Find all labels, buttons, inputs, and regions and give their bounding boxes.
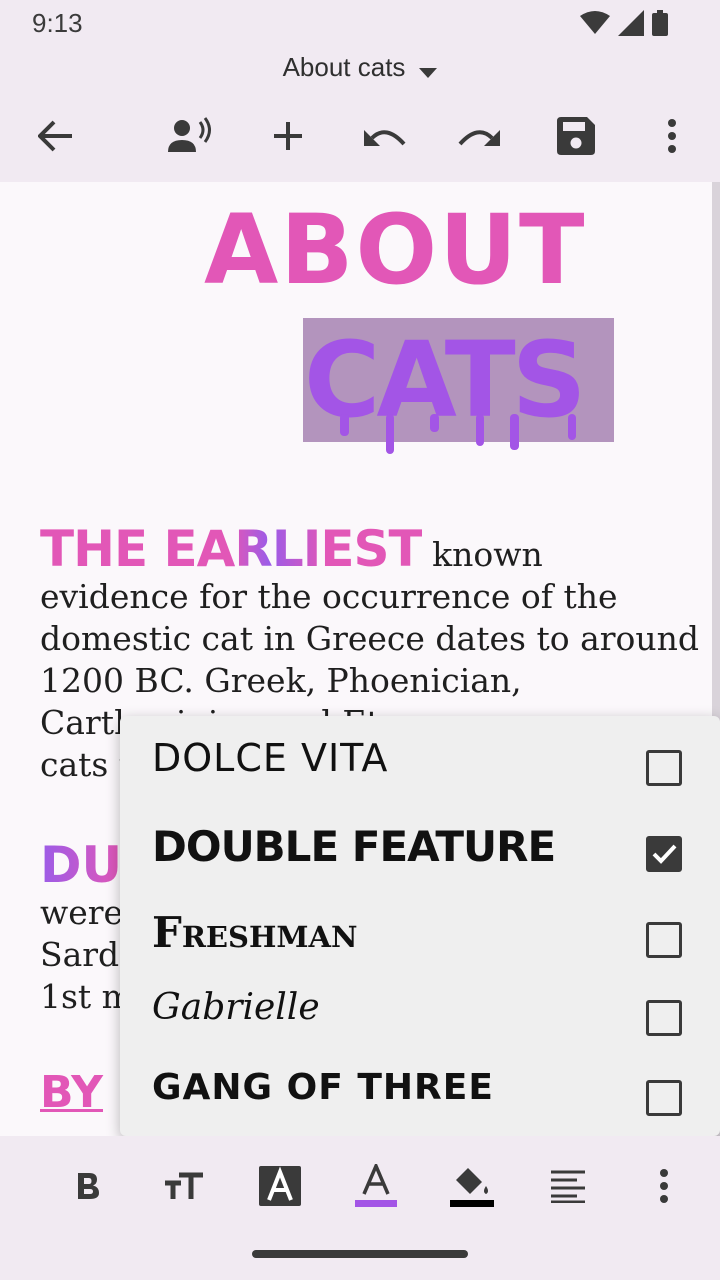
paragraph-1-lead: THE EARLIEST [40,520,423,578]
add-button[interactable] [262,110,314,162]
plus-icon [274,122,302,150]
status-bar: 9:13 [0,0,720,48]
paragraph-1-line5: cats t [40,745,133,784]
text-size-button[interactable] [156,1158,212,1214]
font-option-dolce-vita[interactable]: DOLCE VITA [120,724,720,802]
undo-icon [364,130,406,146]
paragraph-2-line2: Sard [40,935,120,974]
document-title-dropdown[interactable]: About cats [0,52,720,85]
align-button[interactable] [540,1158,596,1214]
text-color-button[interactable] [348,1158,404,1214]
font-checkbox[interactable] [646,750,682,786]
undo-button[interactable] [358,110,410,162]
text-to-speech-button[interactable] [164,110,216,162]
formatting-toolbar [0,1136,720,1236]
font-option-double-feature[interactable]: DOUBLE FEATURE [120,810,720,888]
font-option-label: DOLCE VITA [152,736,389,780]
font-button[interactable] [252,1158,308,1214]
check-icon [652,844,677,864]
save-icon [557,117,595,155]
fill-bucket-icon [450,1168,494,1207]
text-color-icon [355,1164,397,1207]
font-checkbox-checked[interactable] [646,836,682,872]
text-size-icon [165,1172,203,1199]
font-option-label: Freshman [152,908,358,957]
signal-icon [618,10,644,36]
gesture-nav-handle[interactable] [252,1250,468,1258]
font-checkbox[interactable] [646,1000,682,1036]
status-time: 9:13 [32,8,83,38]
heading-about: ABOUT [204,194,587,306]
align-left-icon [551,1170,585,1203]
highlight-color-button[interactable] [444,1158,500,1214]
top-toolbar [0,100,720,172]
battery-icon [652,10,668,36]
status-icons [580,10,668,36]
bold-icon [78,1173,99,1199]
font-option-gang-of-three[interactable]: GANG OF THREE [120,1054,720,1132]
paragraph-2-lead: DU [40,836,123,894]
redo-icon [458,130,500,146]
wifi-icon [580,11,610,34]
arrow-back-icon [38,120,72,152]
more-vert-icon [660,1169,668,1203]
paragraph-2-line1: were [40,893,124,932]
heading-cats[interactable]: CATS [300,318,620,458]
font-option-freshman[interactable]: Freshman [120,896,720,974]
redo-button[interactable] [454,110,506,162]
paragraph-3-lead: BY [40,1067,103,1118]
font-picker-menu: DOLCE VITA DOUBLE FEATURE Freshman Gabri… [120,716,720,1136]
document-title: About cats [282,52,406,82]
font-option-label: Gabrielle [152,987,320,1028]
more-vert-icon [668,119,676,153]
more-formatting-button[interactable] [636,1158,692,1214]
font-checkbox[interactable] [646,1080,682,1116]
more-options-button[interactable] [646,110,698,162]
font-box-icon [259,1166,301,1206]
font-option-gabrielle[interactable]: Gabrielle [120,974,720,1052]
bold-button[interactable] [60,1158,116,1214]
font-checkbox[interactable] [646,922,682,958]
font-option-label: DOUBLE FEATURE [152,822,556,871]
dropdown-arrow-icon [419,54,438,85]
back-button[interactable] [30,110,82,162]
save-button[interactable] [550,110,602,162]
speaking-person-icon [168,117,211,152]
font-option-label: GANG OF THREE [152,1067,494,1108]
